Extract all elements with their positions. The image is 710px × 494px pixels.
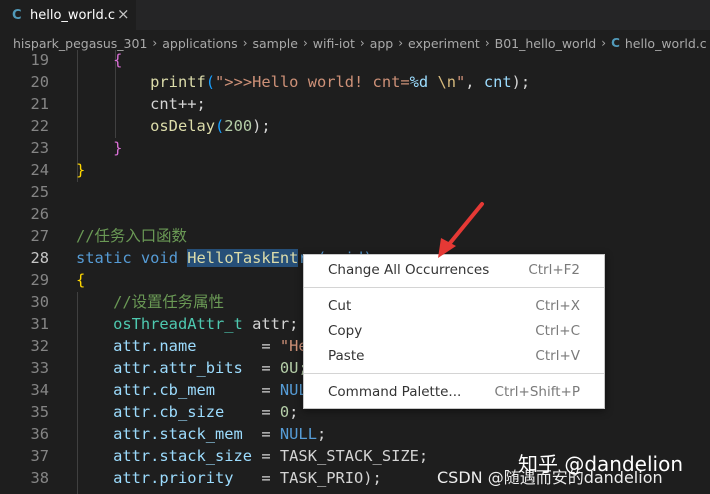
annotation-arrow-icon xyxy=(438,202,484,258)
watermark-csdn: CSDN @随遇而安的dandelion xyxy=(437,468,663,487)
